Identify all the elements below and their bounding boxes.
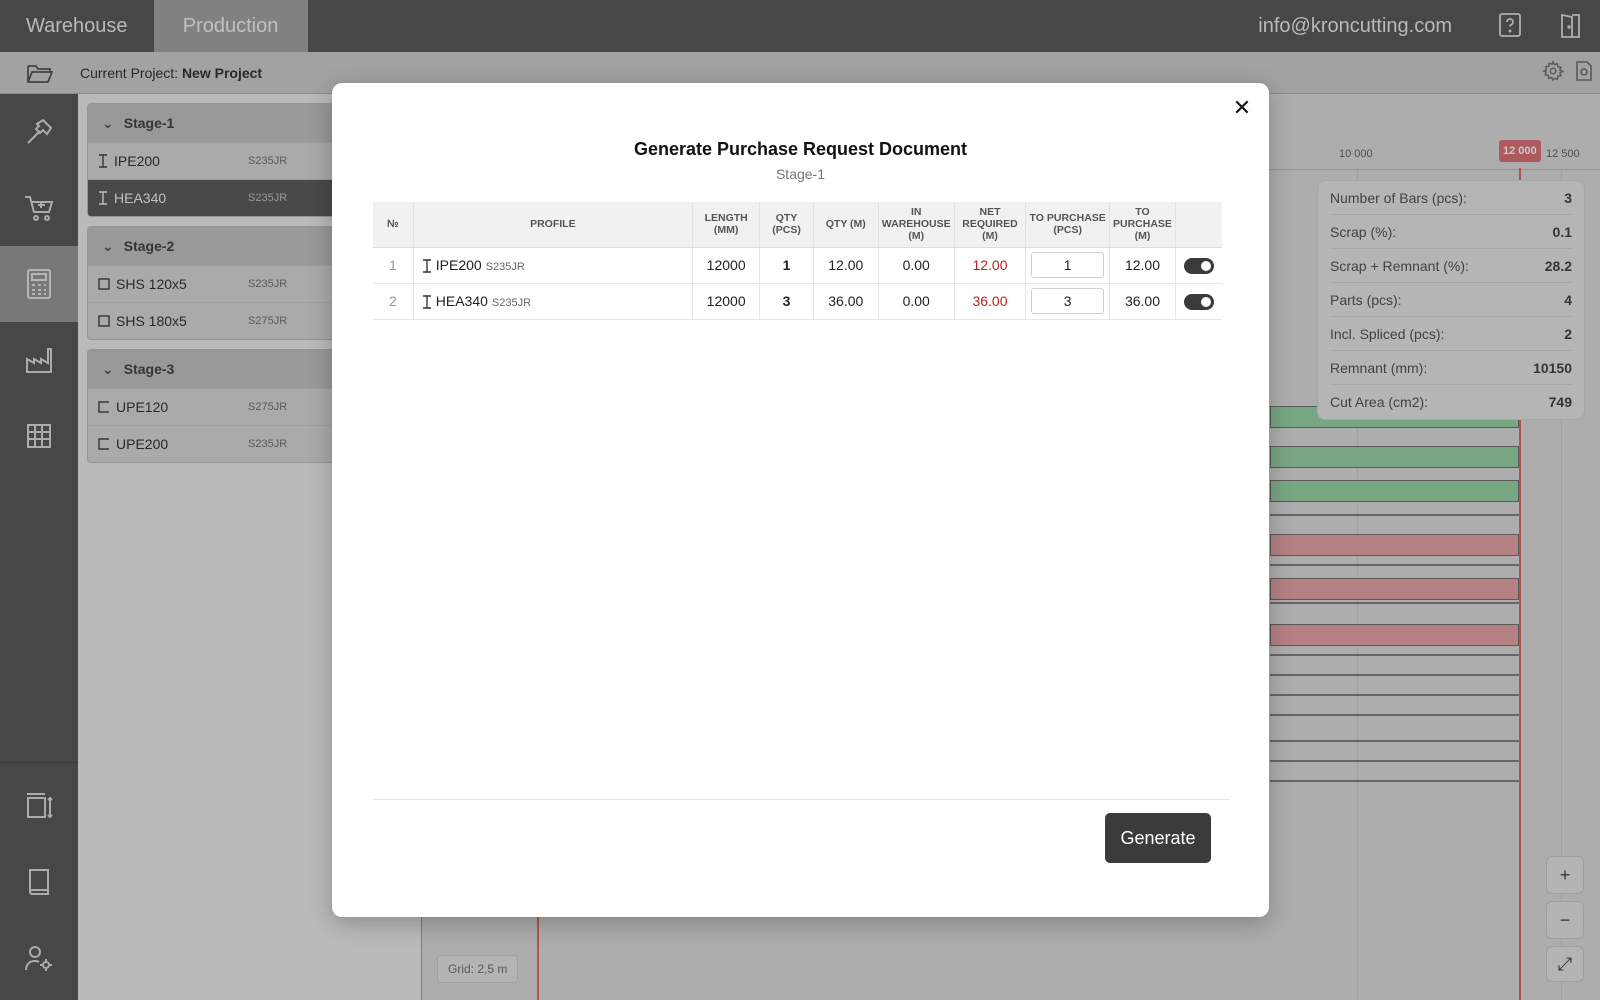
profile-cell: HEA340 S235JR bbox=[413, 283, 693, 320]
include-toggle[interactable] bbox=[1183, 293, 1214, 310]
row-number: 1 bbox=[373, 247, 414, 284]
qty-m-cell: 12.00 bbox=[813, 247, 879, 284]
col-header bbox=[1175, 202, 1222, 248]
length-cell: 12000 bbox=[692, 283, 761, 320]
purchase-request-dialog: ✕ Generate Purchase Request Document Sta… bbox=[332, 83, 1269, 917]
qty-m-cell: 36.00 bbox=[813, 283, 879, 320]
col-header: Profile bbox=[413, 202, 693, 248]
length-cell: 12000 bbox=[692, 247, 761, 284]
include-toggle[interactable] bbox=[1183, 257, 1214, 274]
close-icon[interactable]: ✕ bbox=[1229, 95, 1255, 121]
net-required-cell: 12.00 bbox=[954, 247, 1027, 284]
dialog-subtitle: Stage-1 bbox=[775, 166, 826, 182]
to-purchase-m-cell: 36.00 bbox=[1109, 283, 1176, 320]
col-header: Qty (m) bbox=[813, 202, 879, 248]
col-header: Net Required (m) bbox=[954, 202, 1027, 248]
table-row: 2 HEA340 S235JR 12000 3 36.00 0.00 36.00 … bbox=[373, 283, 1222, 320]
qty-pcs-cell: 3 bbox=[759, 283, 814, 320]
in-warehouse-cell: 0.00 bbox=[878, 283, 955, 320]
table-row: 1 IPE200 S235JR 12000 1 12.00 0.00 12.00 … bbox=[373, 247, 1222, 284]
col-header: In Warehouse (m) bbox=[878, 202, 955, 248]
to-purchase-pcs-cell bbox=[1025, 283, 1110, 320]
table-header: № Profile Length (mm) Qty (pcs) Qty (m) … bbox=[373, 202, 1222, 248]
to-purchase-m-cell: 12.00 bbox=[1109, 247, 1176, 284]
i-beam-icon bbox=[422, 295, 432, 309]
generate-button[interactable]: Generate bbox=[1105, 813, 1211, 863]
net-required-cell: 36.00 bbox=[954, 283, 1027, 320]
col-header: To Purchase (m) bbox=[1109, 202, 1176, 248]
col-header: Length (mm) bbox=[692, 202, 761, 248]
to-purchase-pcs-input[interactable] bbox=[1031, 288, 1105, 314]
to-purchase-pcs-cell bbox=[1025, 247, 1110, 284]
col-header: Qty (pcs) bbox=[759, 202, 814, 248]
in-warehouse-cell: 0.00 bbox=[878, 247, 955, 284]
toggle-cell bbox=[1175, 283, 1222, 320]
purchase-table: № Profile Length (mm) Qty (pcs) Qty (m) … bbox=[373, 202, 1222, 320]
qty-pcs-cell: 1 bbox=[759, 247, 814, 284]
to-purchase-pcs-input[interactable] bbox=[1031, 252, 1105, 278]
row-number: 2 bbox=[373, 283, 414, 320]
i-beam-icon bbox=[422, 259, 432, 273]
dialog-divider bbox=[373, 799, 1230, 800]
profile-cell: IPE200 S235JR bbox=[413, 247, 693, 284]
dialog-title: Generate Purchase Request Document bbox=[633, 139, 968, 159]
col-header: To Purchase (pcs) bbox=[1025, 202, 1110, 248]
col-header: № bbox=[373, 202, 414, 248]
toggle-cell bbox=[1175, 247, 1222, 284]
